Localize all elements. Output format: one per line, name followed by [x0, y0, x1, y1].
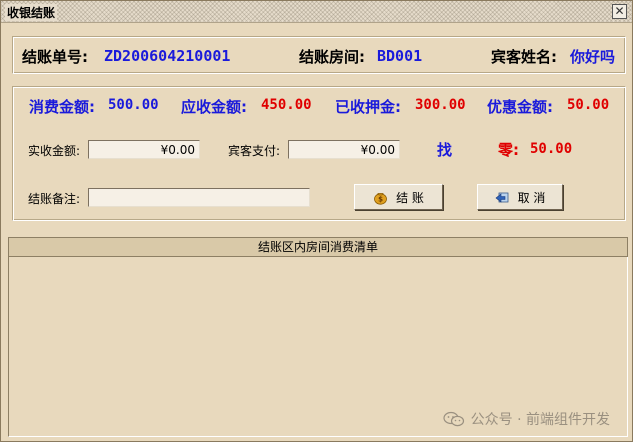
deposit-amount-value: 300.00: [415, 97, 466, 113]
guest-pay-label: 宾客支付:: [228, 144, 281, 158]
change-label-2: 零:: [498, 141, 519, 159]
deposit-amount-label: 已收押金:: [335, 98, 401, 116]
change-label-1: 找: [437, 141, 453, 159]
close-icon: ✕: [614, 4, 625, 18]
guest-name-value: 你好吗: [570, 48, 616, 66]
remark-input[interactable]: [88, 188, 310, 207]
payment-panel: 消费金额: 500.00 应收金额: 450.00 已收押金: 300.00 优…: [12, 86, 626, 221]
guest-pay-input[interactable]: ¥0.00: [288, 140, 400, 159]
actual-amount-input[interactable]: ¥0.00: [88, 140, 200, 159]
bill-info-panel: 结账单号: ZD200604210001 结账房间: BD001 宾客姓名: 你…: [12, 36, 626, 74]
consume-amount-label: 消费金额:: [29, 98, 95, 116]
remark-label: 结账备注:: [28, 192, 81, 206]
checkout-button[interactable]: $ 结 账: [354, 184, 443, 210]
svg-text:$: $: [378, 195, 383, 203]
consumption-list-header: 结账区内房间消费清单: [8, 237, 628, 257]
discount-amount-label: 优惠金额:: [487, 98, 553, 116]
receivable-amount-label: 应收金额:: [181, 98, 247, 116]
watermark-text: 公众号 · 前端组件开发: [470, 412, 610, 428]
window-title: 收银结账: [5, 4, 58, 21]
discount-amount-value: 50.00: [567, 97, 610, 113]
money-bag-icon: $: [373, 190, 388, 205]
wechat-icon: [443, 411, 465, 427]
bill-no-value: ZD200604210001: [104, 47, 231, 65]
change-value: 50.00: [530, 141, 573, 157]
close-button[interactable]: ✕: [612, 4, 627, 19]
room-label: 结账房间:: [299, 48, 365, 66]
checkout-button-label: 结 账: [396, 190, 424, 205]
bill-no-label: 结账单号:: [22, 48, 88, 66]
cancel-arrow-icon: [495, 190, 510, 205]
cancel-button[interactable]: 取 消: [477, 184, 563, 210]
receivable-amount-value: 450.00: [261, 97, 312, 113]
actual-amount-label: 实收金额:: [28, 144, 81, 158]
title-bar: 收银结账 ✕: [1, 1, 632, 23]
watermark: 公众号 · 前端组件开发: [443, 409, 610, 429]
checkout-window: 收银结账 ✕ 结账单号: ZD200604210001 结账房间: BD001 …: [0, 0, 633, 442]
cancel-button-label: 取 消: [517, 190, 546, 205]
room-value: BD001: [377, 47, 423, 65]
guest-name-label: 宾客姓名:: [491, 48, 557, 66]
consume-amount-value: 500.00: [108, 97, 159, 113]
